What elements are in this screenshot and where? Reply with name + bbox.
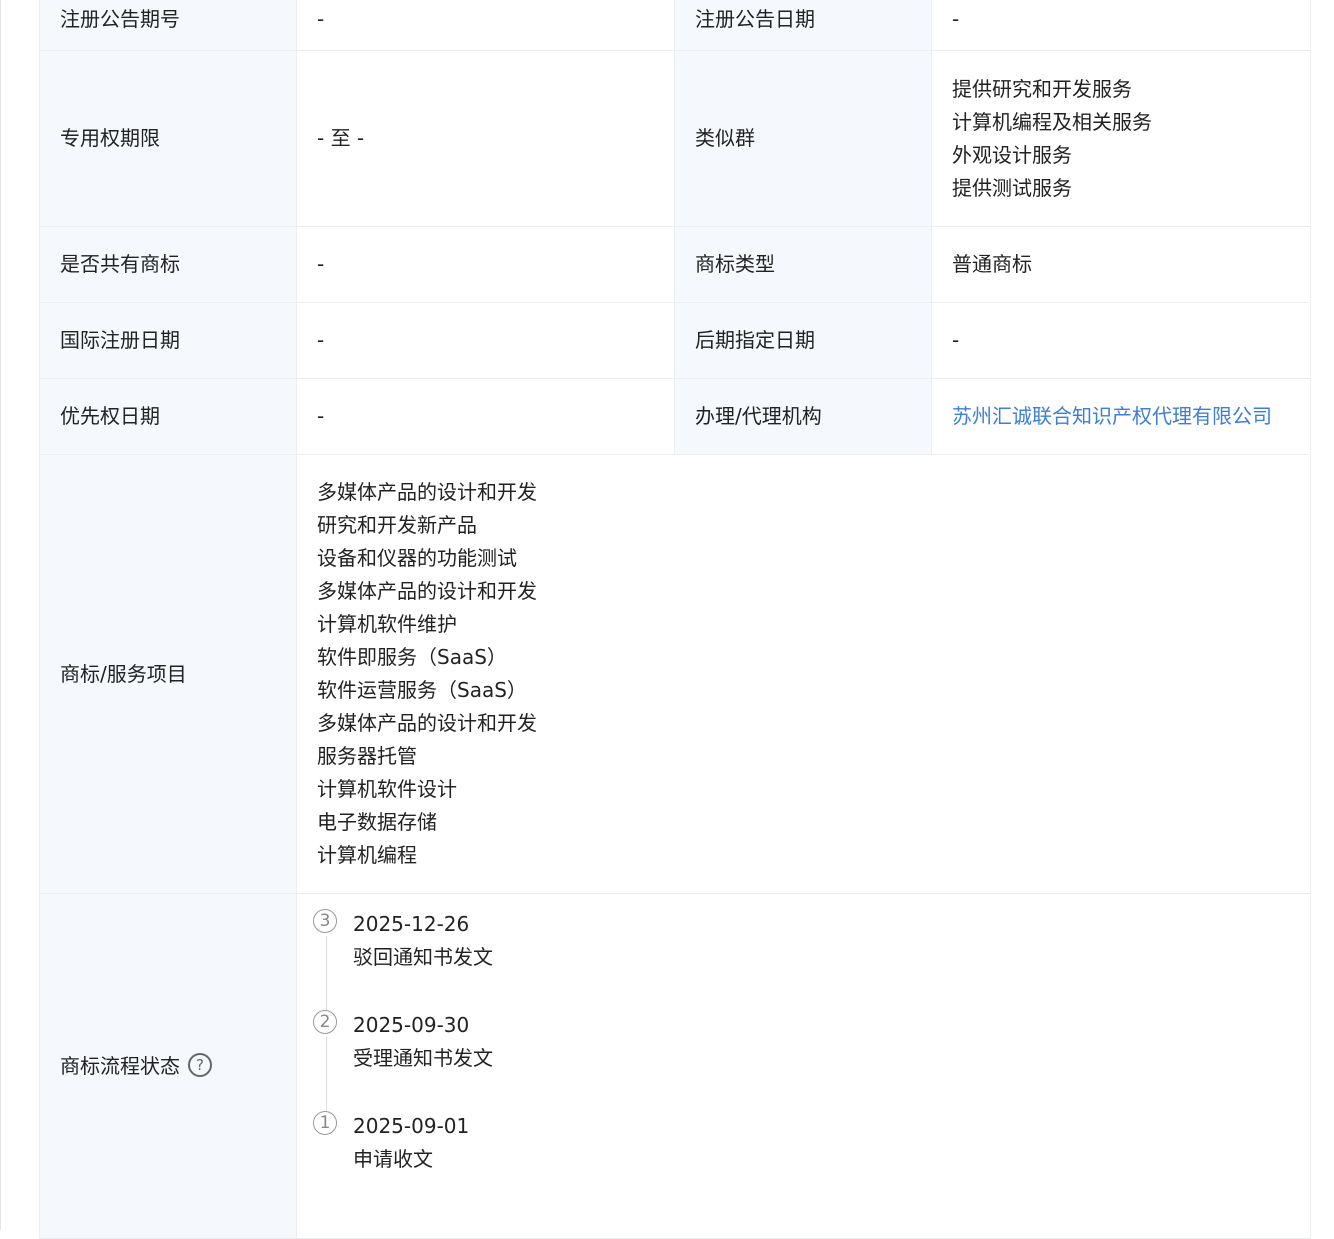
- similar-group-item: 提供测试服务: [952, 175, 1072, 200]
- service-item: 服务器托管: [317, 744, 417, 768]
- services-list: 多媒体产品的设计和开发 研究和开发新产品 设备和仪器的功能测试 多媒体产品的设计…: [296, 454, 1311, 894]
- similar-group-item: 外观设计服务: [952, 142, 1072, 167]
- timeline-step: 3 2025-12-26 驳回通知书发文: [313, 908, 1290, 1010]
- table-row: 商标/服务项目 多媒体产品的设计和开发 研究和开发新产品 设备和仪器的功能测试 …: [39, 454, 1311, 894]
- table-row: 是否共有商标 - 商标类型 普通商标: [39, 226, 1311, 303]
- exclusive-period-label: 专用权期限: [39, 50, 297, 227]
- shared-mark-label: 是否共有商标: [39, 226, 297, 303]
- process-label-cell: 商标流程状态?: [39, 893, 297, 1239]
- reg-announce-date-label: 注册公告日期: [674, 0, 932, 51]
- step-number: 2: [313, 1010, 337, 1034]
- later-designation-date-value: -: [931, 302, 1311, 379]
- help-icon[interactable]: ?: [188, 1053, 212, 1077]
- step-number: 1: [313, 1111, 337, 1135]
- similar-group-value: 提供研究和开发服务 计算机编程及相关服务 外观设计服务 提供测试服务: [931, 50, 1311, 227]
- service-item: 多媒体产品的设计和开发: [317, 711, 537, 735]
- step-text: 申请收文: [353, 1147, 433, 1171]
- service-item: 电子数据存储: [317, 810, 437, 834]
- step-date: 2025-12-26: [353, 912, 470, 936]
- intl-reg-date-value: -: [296, 302, 675, 379]
- step-number: 3: [313, 909, 337, 933]
- table-row: 商标流程状态? 3 2025-12-26 驳回通知书发文 2 2025-09-3…: [39, 893, 1311, 1239]
- step-text: 驳回通知书发文: [353, 945, 493, 969]
- priority-date-value: -: [296, 378, 675, 455]
- process-label: 商标流程状态: [60, 1053, 180, 1078]
- mark-type-value: 普通商标: [931, 226, 1311, 303]
- timeline-step: 2 2025-09-30 受理通知书发文: [313, 1009, 1290, 1111]
- step-text: 受理通知书发文: [353, 1046, 493, 1070]
- step-date: 2025-09-01: [353, 1114, 470, 1138]
- agency-link[interactable]: 苏州汇诚联合知识产权代理有限公司: [952, 404, 1272, 428]
- service-item: 计算机软件维护: [317, 612, 457, 636]
- service-item: 研究和开发新产品: [317, 513, 477, 537]
- trademark-detail-page: 注册公告期号 - 注册公告日期 - 专用权期限 - 至 - 类似群 提供研究和开…: [0, 0, 1334, 1239]
- service-item: 软件即服务（SaaS）: [317, 645, 507, 669]
- later-designation-date-label: 后期指定日期: [674, 302, 932, 379]
- timeline-connector: [326, 936, 327, 1010]
- similar-group-item: 提供研究和开发服务: [952, 76, 1132, 101]
- reg-announce-no-label: 注册公告期号: [39, 0, 297, 51]
- service-item: 设备和仪器的功能测试: [317, 546, 517, 570]
- process-timeline: 3 2025-12-26 驳回通知书发文 2 2025-09-30 受理通知书发…: [313, 894, 1290, 1216]
- agency-label: 办理/代理机构: [674, 378, 932, 455]
- service-item: 多媒体产品的设计和开发: [317, 579, 537, 603]
- timeline-connector: [326, 1037, 327, 1111]
- service-item: 计算机软件设计: [317, 777, 457, 801]
- service-item: 软件运营服务（SaaS）: [317, 678, 527, 702]
- shared-mark-value: -: [296, 226, 675, 303]
- table-row: 注册公告期号 - 注册公告日期 -: [39, 0, 1311, 51]
- service-item: 多媒体产品的设计和开发: [317, 480, 537, 504]
- trademark-info-table: 注册公告期号 - 注册公告日期 - 专用权期限 - 至 - 类似群 提供研究和开…: [39, 0, 1311, 1239]
- agency-cell: 苏州汇诚联合知识产权代理有限公司: [931, 378, 1311, 455]
- exclusive-period-value: - 至 -: [296, 50, 675, 227]
- mark-type-label: 商标类型: [674, 226, 932, 303]
- intl-reg-date-label: 国际注册日期: [39, 302, 297, 379]
- table-row: 专用权期限 - 至 - 类似群 提供研究和开发服务 计算机编程及相关服务 外观设…: [39, 50, 1311, 227]
- reg-announce-date-value: -: [931, 0, 1311, 51]
- step-date: 2025-09-30: [353, 1013, 470, 1037]
- similar-group-item: 计算机编程及相关服务: [952, 109, 1152, 134]
- similar-group-label: 类似群: [674, 50, 932, 227]
- reg-announce-no-value: -: [296, 0, 675, 51]
- service-item: 计算机编程: [317, 843, 417, 867]
- timeline-step: 1 2025-09-01 申请收文: [313, 1110, 1290, 1176]
- table-row: 国际注册日期 - 后期指定日期 -: [39, 302, 1311, 379]
- table-row: 优先权日期 - 办理/代理机构 苏州汇诚联合知识产权代理有限公司: [39, 378, 1311, 455]
- process-timeline-cell: 3 2025-12-26 驳回通知书发文 2 2025-09-30 受理通知书发…: [296, 893, 1311, 1239]
- priority-date-label: 优先权日期: [39, 378, 297, 455]
- services-label: 商标/服务项目: [39, 454, 297, 894]
